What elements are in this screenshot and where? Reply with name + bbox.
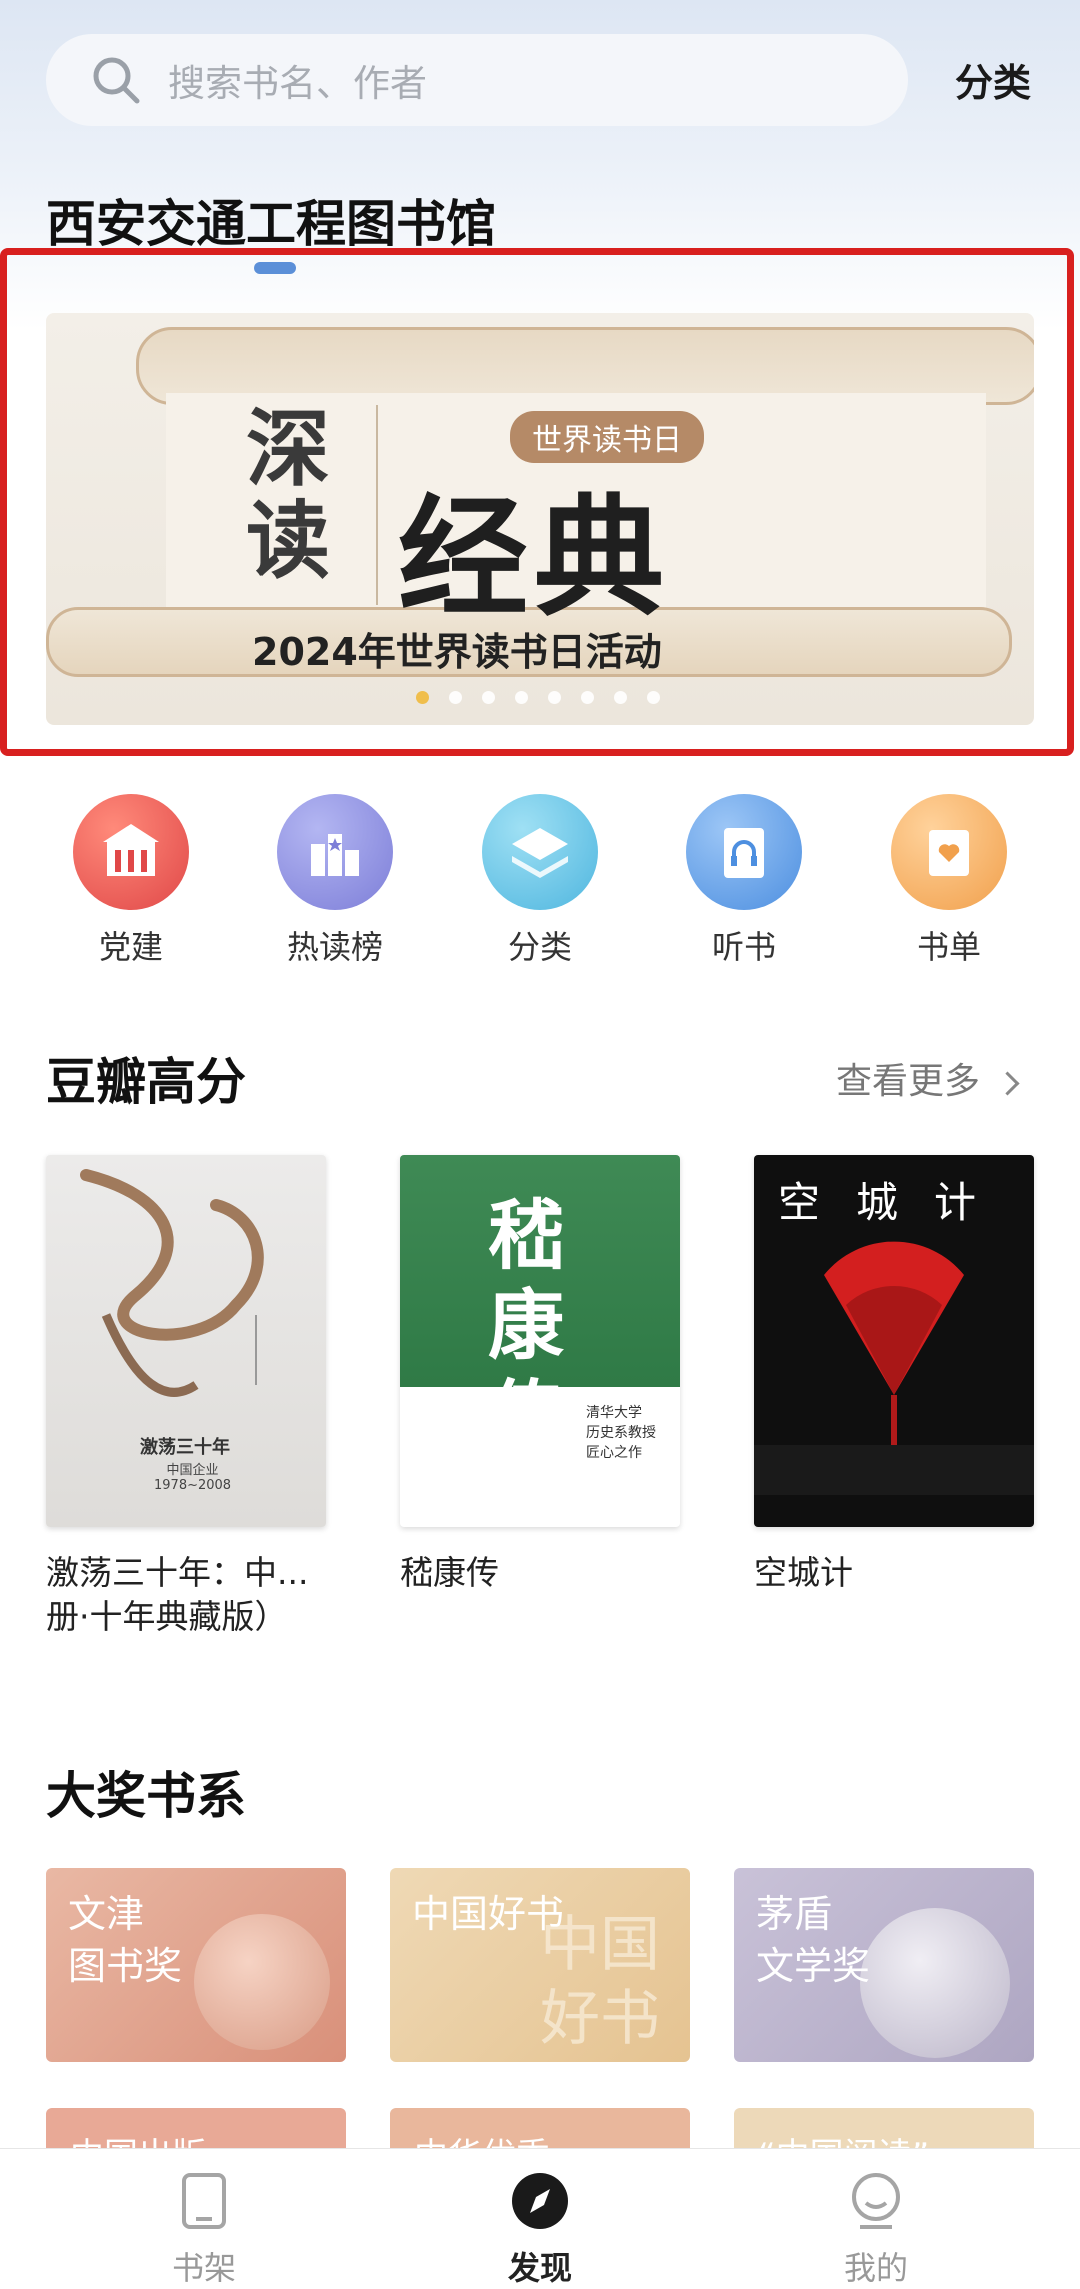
cover-subtitle: 中国企业 1978~2008 (154, 1463, 232, 1493)
book-cover: 激荡三十年 中国企业 1978~2008 (46, 1155, 326, 1527)
banner-headline: 经典 (398, 481, 671, 634)
tab-label: 我的 (843, 2249, 908, 2287)
cover-title: 嵇康传 (488, 1191, 564, 1460)
award-card-wenjin[interactable]: 文津 图书奖 (46, 1868, 346, 2062)
bottom-tab-bar: 书架 发现 我的 (0, 2148, 1080, 2288)
view-more-link[interactable]: 查看更多 (836, 1052, 1020, 1104)
library-title: 西安交通工程图书馆 (46, 195, 496, 253)
search-icon (90, 54, 142, 106)
shortcut-label: 分类 (507, 928, 572, 966)
banner-vertical-char: 读 (246, 491, 331, 590)
book-title: 嵇康传 (400, 1553, 499, 1592)
party-building-icon (73, 794, 189, 910)
award-card-maodun[interactable]: 茅盾 文学奖 (734, 1868, 1034, 2062)
banner-divider (376, 405, 378, 605)
medal-image (860, 1908, 1010, 2058)
pagination-dot[interactable] (449, 691, 462, 704)
award-name: 中国好书 (412, 1892, 565, 1936)
shortcut-audiobook[interactable]: 听书 (664, 794, 824, 968)
pagination-dot[interactable] (416, 691, 429, 704)
shortcut-label: 听书 (711, 928, 776, 966)
medal-image (194, 1914, 330, 2050)
compass-icon (460, 2171, 620, 2235)
award-card-china-good-books[interactable]: 中国 好书 中国好书 (390, 1868, 690, 2062)
chevron-right-icon (995, 1070, 1020, 1096)
search-bar[interactable]: 搜索书名、作者 (46, 34, 908, 126)
hot-ranking-icon (277, 794, 393, 910)
category-link[interactable]: 分类 (955, 52, 1031, 107)
profile-icon (796, 2171, 956, 2235)
search-placeholder: 搜索书名、作者 (168, 62, 427, 105)
tab-profile[interactable]: 我的 (796, 2171, 956, 2289)
cover-subtitle: 清华大学 历史系教授 匠心之作 (586, 1405, 656, 1461)
tab-discover[interactable]: 发现 (460, 2171, 620, 2289)
pagination-dot[interactable] (548, 691, 561, 704)
shortcut-grid: 党建 热读榜 分类 听书 书单 (0, 794, 1080, 974)
book-cover: 嵇康传 清华大学 历史系教授 匠心之作 (400, 1155, 680, 1527)
shortcut-hot-ranking[interactable]: 热读榜 (255, 794, 415, 968)
shortcut-label: 书单 (916, 928, 981, 966)
tab-bookshelf[interactable]: 书架 (124, 2171, 284, 2289)
pagination-dot[interactable] (482, 691, 495, 704)
book-title: 空城计 (754, 1553, 853, 1592)
book-card[interactable]: 空城计 空城计 (754, 1155, 1034, 1595)
book-cover: 空城计 (754, 1155, 1034, 1527)
tab-label: 书架 (171, 2249, 236, 2287)
banner-caption: 2024年世界读书日活动 (252, 630, 662, 674)
award-name: 文津 图书奖 (68, 1892, 183, 1988)
book-card[interactable]: 激荡三十年 中国企业 1978~2008 激荡三十年：中... 册·十年典藏版） (46, 1155, 326, 1639)
audiobook-icon (686, 794, 802, 910)
shortcut-category[interactable]: 分类 (460, 794, 620, 968)
cover-title: 激荡三十年 (140, 1437, 230, 1458)
shortcut-booklist[interactable]: 书单 (869, 794, 1029, 968)
banner-vertical-text: 深读 (246, 403, 330, 587)
booklist-icon (891, 794, 1007, 910)
pagination-dot[interactable] (515, 691, 528, 704)
shortcut-label: 党建 (98, 928, 163, 966)
book-title: 激荡三十年：中... 册·十年典藏版） (46, 1553, 309, 1636)
section-title-douban: 豆瓣高分 (46, 1053, 246, 1111)
pagination-dot[interactable] (647, 691, 660, 704)
award-name: 茅盾 文学奖 (756, 1892, 871, 1988)
shortcut-party-building[interactable]: 党建 (51, 794, 211, 968)
bookshelf-icon (124, 2171, 284, 2235)
event-banner[interactable]: 深读 世界读书日 经典 2024年世界读书日活动 (46, 313, 1034, 725)
tab-label: 发现 (507, 2249, 572, 2287)
banner-vertical-char: 深 (246, 399, 331, 498)
banner-pagination (416, 691, 660, 704)
pagination-dot[interactable] (614, 691, 627, 704)
pagination-dot[interactable] (581, 691, 594, 704)
view-more-label: 查看更多 (836, 1061, 981, 1102)
book-card[interactable]: 嵇康传 清华大学 历史系教授 匠心之作 嵇康传 (400, 1155, 680, 1595)
section-title-awards: 大奖书系 (46, 1767, 246, 1825)
shortcut-label: 热读榜 (286, 928, 383, 966)
layers-icon (482, 794, 598, 910)
